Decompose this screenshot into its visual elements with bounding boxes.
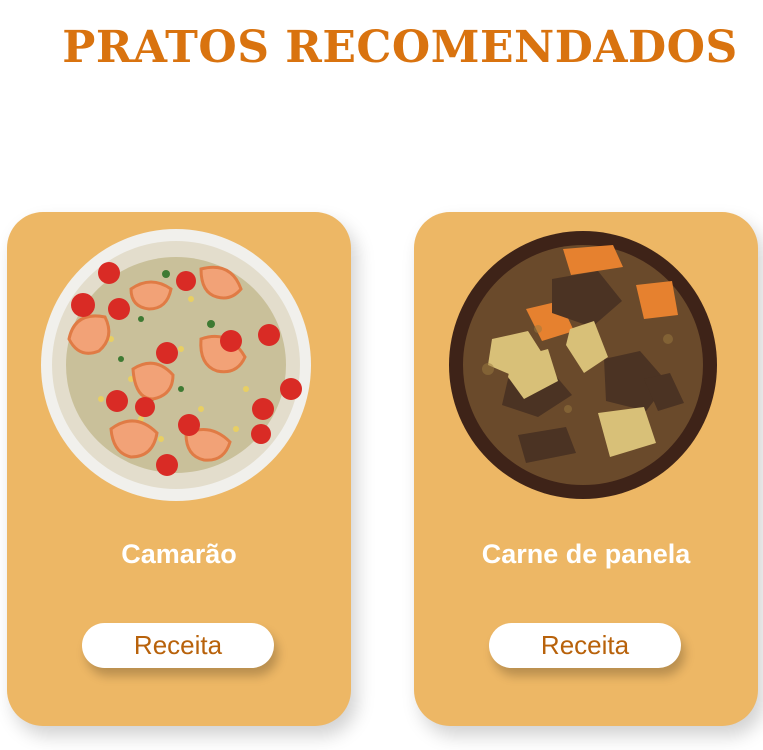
recipe-button-camarao[interactable]: Receita xyxy=(82,623,274,668)
page-title: PRATOS RECOMENDADOS xyxy=(62,22,738,73)
dish-card-carne-de-panela: Carne de panela Receita xyxy=(414,212,758,726)
dish-name: Camarão xyxy=(121,539,237,569)
shrimp-dish-image xyxy=(41,229,311,501)
dish-card-camarao: Camarão Receita xyxy=(7,212,351,726)
recipe-button-carne-de-panela[interactable]: Receita xyxy=(489,623,681,668)
dish-name: Carne de panela xyxy=(481,539,691,569)
beef-stew-dish-image xyxy=(448,229,718,501)
